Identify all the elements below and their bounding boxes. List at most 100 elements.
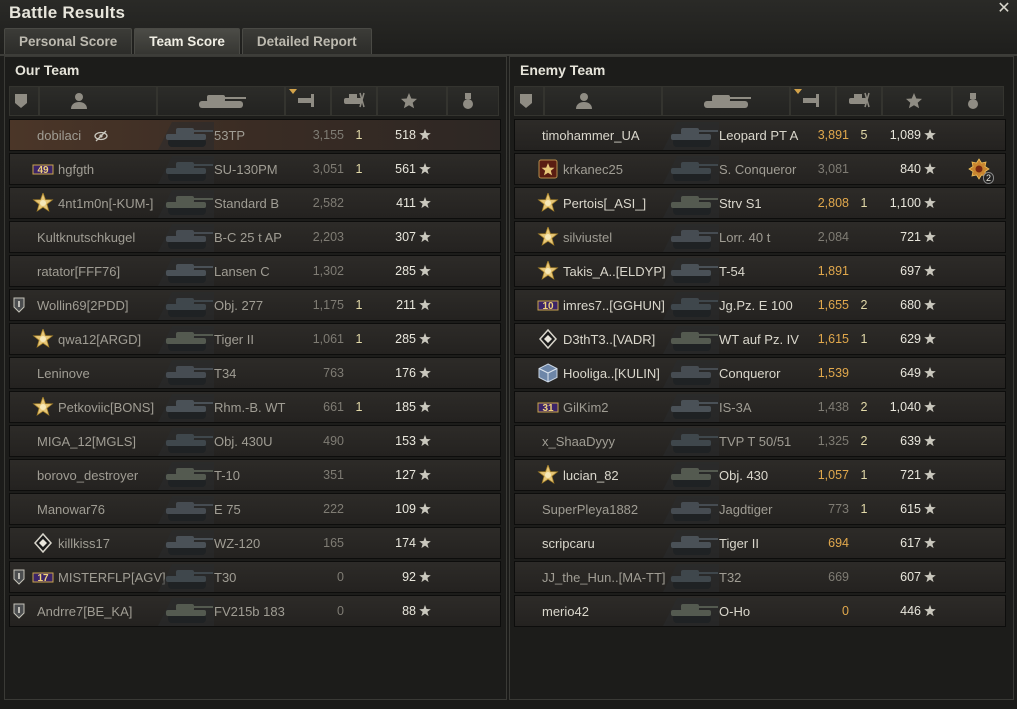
vehicle-name: Jagdtiger — [719, 502, 773, 517]
tank-icon — [158, 326, 214, 354]
player-row[interactable]: JJ_the_Hun..[MA-TT] T32 669 607 — [514, 561, 1006, 593]
player-row[interactable]: Manowar76 E 75 222 109 — [9, 493, 501, 525]
xp-star-icon — [924, 604, 936, 617]
player-name: Takis_A..[ELDYP] — [563, 264, 666, 279]
vehicle-column-icon[interactable] — [662, 86, 790, 116]
vehicle-name: FV215b 183 — [214, 604, 285, 619]
svg-text:17: 17 — [37, 573, 49, 584]
player-row[interactable]: 49 hgfgth SU-130PM 3,051 1 561 — [9, 153, 501, 185]
player-row[interactable]: Andrre7[BE_KA] FV215b 183 0 88 — [9, 595, 501, 627]
xp-star-icon — [419, 434, 431, 447]
tab-personal-score[interactable]: Personal Score — [4, 28, 133, 54]
tab-detailed-report[interactable]: Detailed Report — [241, 28, 372, 54]
tab-bar: Personal Score Team Score Detailed Repor… — [4, 28, 372, 54]
our-team-title: Our Team — [15, 62, 80, 78]
player-row[interactable]: qwa12[ARGD] Tiger II 1,061 1 285 — [9, 323, 501, 355]
platoon-column-icon[interactable] — [514, 86, 544, 116]
platoon-icon — [13, 297, 25, 313]
vehicle-column-icon[interactable] — [157, 86, 285, 116]
damage-value: 661 — [323, 400, 344, 414]
tank-icon — [158, 258, 214, 286]
player-row[interactable]: 31 GilKim2 IS-3A 1,438 2 1,040 — [514, 391, 1006, 423]
player-row[interactable]: Pertois[_ASI_] Strv S1 2,808 1 1,100 — [514, 187, 1006, 219]
vehicle-name: Lansen C — [214, 264, 270, 279]
player-name: MISTERFLP[AGV] — [58, 570, 166, 585]
xp-star-icon — [924, 332, 936, 345]
player-row[interactable]: Kultknutschkugel B-C 25 t AP 2,203 307 — [9, 221, 501, 253]
xp-value: 697 — [900, 264, 921, 278]
player-row[interactable]: MIGA_12[MGLS] Obj. 430U 490 153 — [9, 425, 501, 457]
player-name: qwa12[ARGD] — [58, 332, 142, 347]
player-row[interactable]: scripcaru Tiger II 694 617 — [514, 527, 1006, 559]
player-column-icon[interactable] — [39, 86, 157, 116]
player-row[interactable]: ratator[FFF76] Lansen C 1,302 285 — [9, 255, 501, 287]
achievement-badge-icon: 17 — [32, 567, 54, 587]
damage-value: 222 — [323, 502, 344, 516]
player-row[interactable]: timohammer_UA Leopard PT A 3,891 5 1,089 — [514, 119, 1006, 151]
xp-star-icon — [924, 298, 936, 311]
player-row[interactable]: Takis_A..[ELDYP] T-54 1,891 697 — [514, 255, 1006, 287]
tab-team-score[interactable]: Team Score — [134, 28, 240, 54]
medal-column-icon[interactable] — [952, 86, 1004, 116]
xp-column-icon[interactable] — [377, 86, 447, 116]
xp-column-icon[interactable] — [882, 86, 952, 116]
player-row[interactable]: x_ShaaDyyy TVP T 50/51 1,325 2 639 — [514, 425, 1006, 457]
vehicle-name: TVP T 50/51 — [719, 434, 792, 449]
player-row[interactable]: lucian_82 Obj. 430 1,057 1 721 — [514, 459, 1006, 491]
player-row[interactable]: SuperPleya1882 Jagdtiger 773 1 615 — [514, 493, 1006, 525]
medal-icon[interactable]: 2 — [968, 158, 994, 184]
damage-value: 165 — [323, 536, 344, 550]
tank-icon — [663, 394, 719, 422]
damage-column-icon[interactable] — [790, 86, 836, 116]
tank-icon — [158, 394, 214, 422]
player-name: GilKim2 — [563, 400, 609, 415]
xp-value: 211 — [396, 298, 416, 312]
vehicle-name: IS-3A — [719, 400, 752, 415]
player-name: SuperPleya1882 — [542, 502, 639, 517]
close-icon[interactable]: ✕ — [997, 1, 1011, 17]
player-row[interactable]: D3thT3..[VADR] WT auf Pz. IV 1,615 1 629 — [514, 323, 1006, 355]
medal-count: 2 — [982, 172, 994, 184]
player-name: Wollin69[2PDD] — [37, 298, 129, 313]
player-row[interactable]: Hooliga..[KULIN] Conqueror 1,539 649 — [514, 357, 1006, 389]
player-row[interactable]: killkiss17 WZ-120 165 174 — [9, 527, 501, 559]
tank-icon — [663, 428, 719, 456]
player-row[interactable]: Leninove T34 763 176 — [9, 357, 501, 389]
xp-value: 285 — [395, 264, 416, 278]
damage-column-icon[interactable] — [285, 86, 331, 116]
kills-column-icon[interactable] — [331, 86, 377, 116]
kills-column-icon[interactable] — [836, 86, 882, 116]
player-row[interactable]: Wollin69[2PDD] Obj. 277 1,175 1 211 — [9, 289, 501, 321]
player-name: dobilaci — [37, 128, 82, 143]
player-row[interactable]: 10 imres7..[GGHUN] Jg.Pz. E 100 1,655 2 680 — [514, 289, 1006, 321]
xp-value: 840 — [900, 162, 921, 176]
platoon-column-icon[interactable] — [9, 86, 39, 116]
player-row[interactable]: silviustel Lorr. 40 t 2,084 721 — [514, 221, 1006, 253]
player-row[interactable]: 4nt1m0n[-KUM-] Standard B 2,582 411 — [9, 187, 501, 219]
damage-value: 1,061 — [312, 332, 344, 346]
player-row[interactable]: dobilaci 53TP 3,155 1 518 — [9, 119, 501, 151]
achievement-badge-icon: 10 — [537, 295, 559, 315]
xp-star-icon — [419, 264, 431, 277]
tank-icon — [663, 292, 719, 320]
player-row[interactable]: borovo_destroyer T-10 351 127 — [9, 459, 501, 491]
player-row[interactable]: 17 MISTERFLP[AGV] T30 0 92 — [9, 561, 501, 593]
player-name: D3thT3..[VADR] — [563, 332, 656, 347]
player-row[interactable]: merio42 O-Ho 0 446 — [514, 595, 1006, 627]
player-name: Pertois[_ASI_] — [563, 196, 647, 211]
damage-value: 3,081 — [817, 162, 849, 176]
player-row[interactable]: krkanec25 S. Conqueror 3,081 840 2 — [514, 153, 1006, 185]
xp-value: 1,100 — [889, 196, 921, 210]
xp-value: 561 — [395, 162, 416, 176]
tank-icon — [663, 258, 719, 286]
damage-value: 1,302 — [312, 264, 344, 278]
damage-value: 773 — [828, 502, 849, 516]
xp-star-icon — [924, 128, 936, 141]
xp-star-icon — [924, 230, 936, 243]
player-row[interactable]: Petkoviic[BONS] Rhm.-B. WT 661 1 185 — [9, 391, 501, 423]
player-column-icon[interactable] — [544, 86, 662, 116]
damage-value: 2,808 — [817, 196, 849, 210]
xp-value: 721 — [900, 230, 921, 244]
medal-column-icon[interactable] — [447, 86, 499, 116]
xp-star-icon — [419, 570, 431, 583]
